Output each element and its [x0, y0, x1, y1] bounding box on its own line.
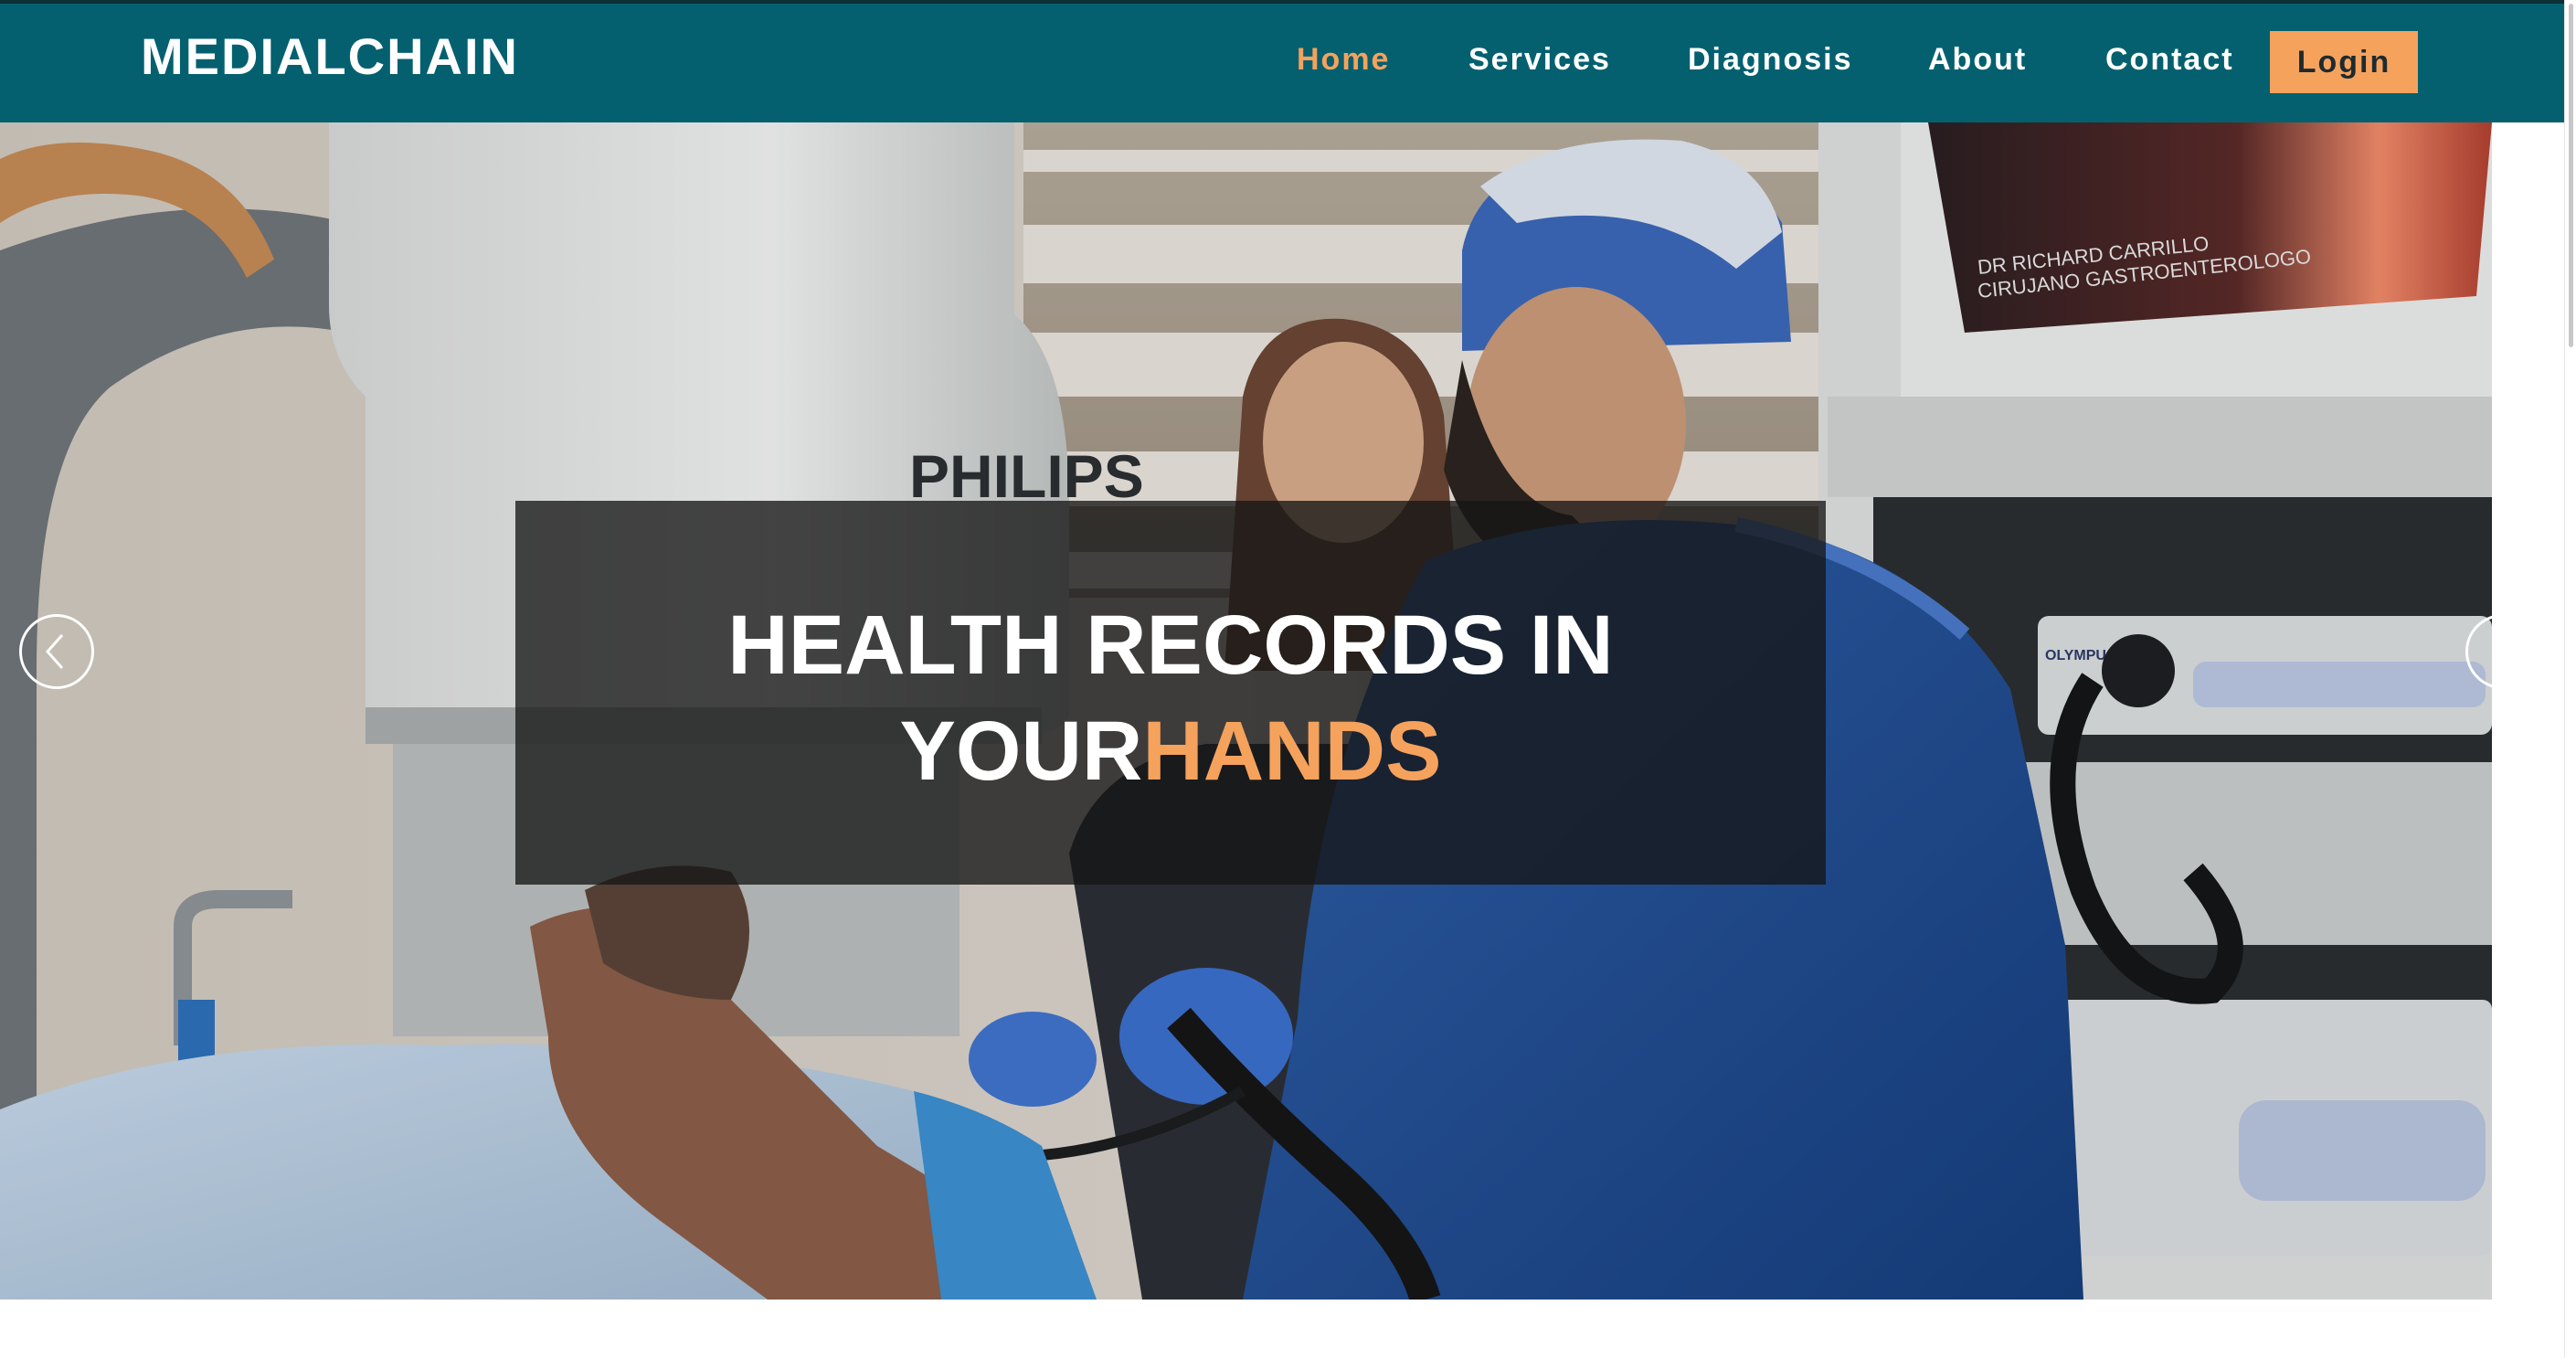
- headline-your: YOUR: [899, 705, 1143, 798]
- nav-services[interactable]: Services: [1468, 44, 1611, 75]
- login-button[interactable]: Login: [2270, 31, 2418, 93]
- scrollbar-thumb[interactable]: [2569, 4, 2573, 347]
- headline-line1: HEALTH RECORDS IN: [727, 599, 1614, 692]
- brand-logo[interactable]: MEDIALCHAIN: [141, 31, 519, 82]
- navbar: MEDIALCHAIN Home Services Diagnosis Abou…: [0, 4, 2564, 122]
- nav-contact[interactable]: Contact: [2105, 44, 2234, 75]
- nav-home[interactable]: Home: [1297, 44, 1390, 75]
- carousel-next-button[interactable]: [2465, 614, 2492, 689]
- headline-line2: YOURHANDS: [515, 698, 1826, 804]
- headline-hands: HANDS: [1142, 705, 1442, 798]
- chevron-left-icon: [45, 634, 64, 669]
- carousel-prev-button[interactable]: [19, 614, 94, 689]
- hero-headline: HEALTH RECORDS IN YOURHANDS: [515, 592, 1826, 804]
- nav-diagnosis[interactable]: Diagnosis: [1688, 44, 1852, 75]
- nav-about[interactable]: About: [1928, 44, 2027, 75]
- chevron-right-icon: [2468, 617, 2492, 686]
